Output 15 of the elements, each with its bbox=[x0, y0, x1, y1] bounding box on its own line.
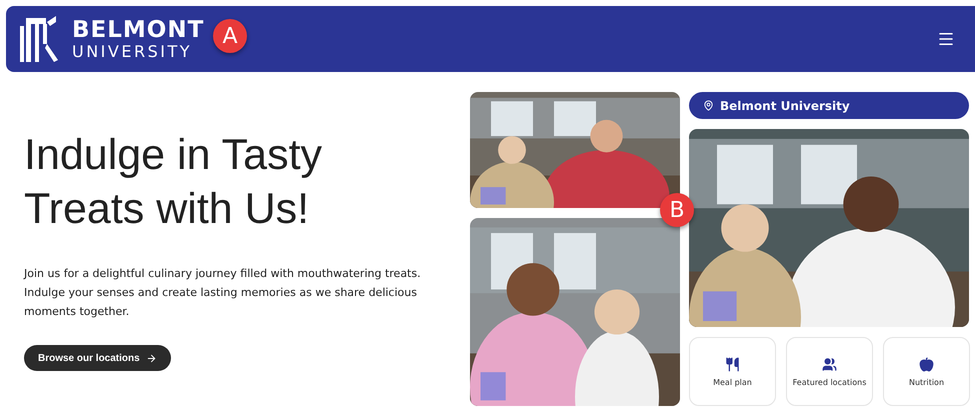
arrow-icon bbox=[146, 352, 157, 364]
location-pin-icon bbox=[703, 100, 714, 111]
menu-icon[interactable] bbox=[937, 30, 955, 48]
quick-link-card[interactable]: Featured locations bbox=[786, 337, 873, 406]
logo-text: BELMONT bbox=[72, 18, 204, 42]
logo-subtext: UNIVERSITY bbox=[72, 44, 193, 60]
quick-link-card[interactable]: Meal plan bbox=[689, 337, 776, 406]
people-icon bbox=[822, 356, 837, 372]
hero-title: Indulge in Tasty Treats with Us! bbox=[24, 130, 324, 235]
quick-link-card[interactable]: Nutrition bbox=[883, 337, 970, 406]
utensils-icon bbox=[725, 356, 740, 372]
location-pill[interactable]: Belmont University bbox=[689, 92, 969, 119]
hero-text: Join us for a delightful culinary journey filled with mouthwatering treats. Indulge your senses and create lasting memories as we share delicious moments together. bbox=[24, 266, 422, 320]
browse-button[interactable]: Browse our locations bbox=[24, 345, 171, 371]
apple-icon bbox=[919, 356, 934, 372]
